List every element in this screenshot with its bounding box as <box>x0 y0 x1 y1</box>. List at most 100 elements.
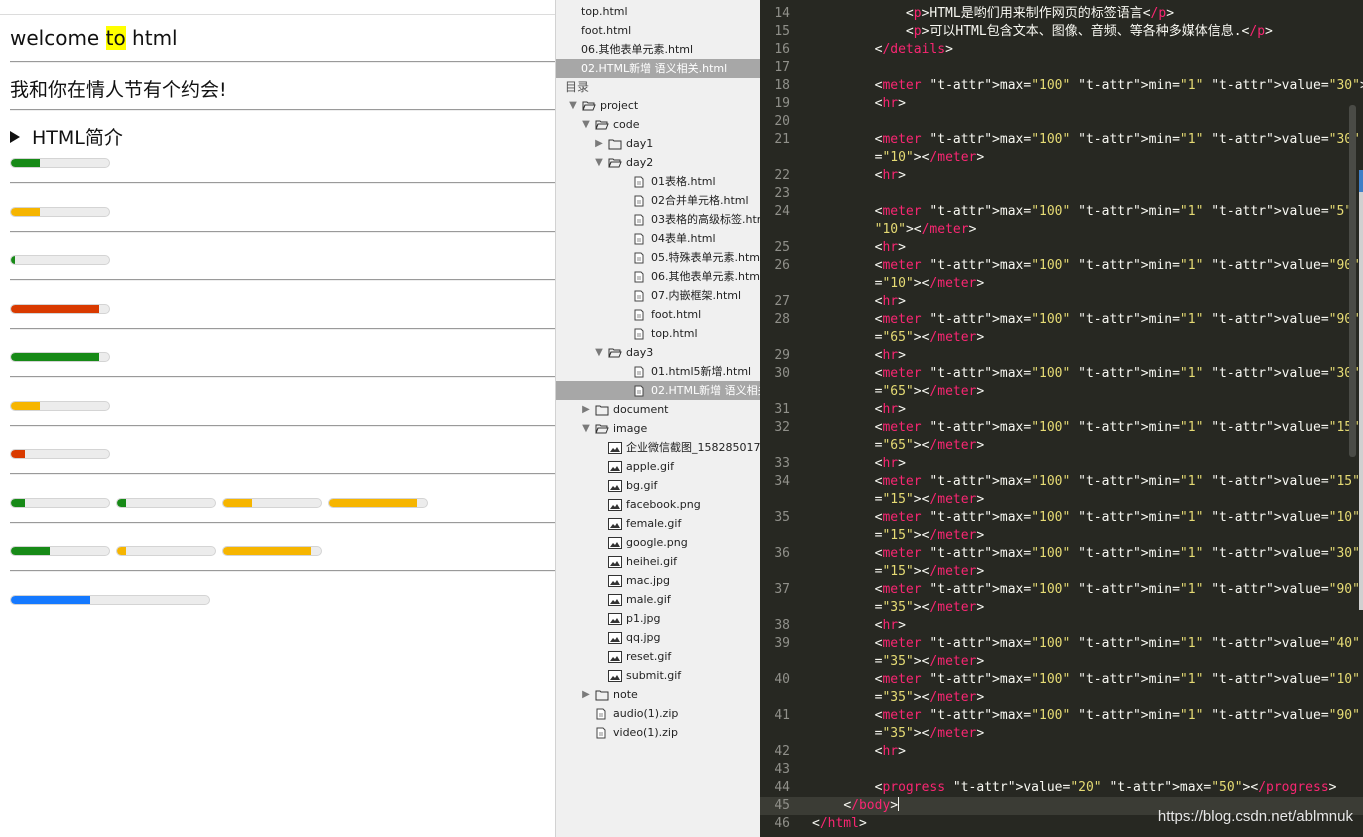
tree-folder-31[interactable]: ▶ note <box>556 685 760 704</box>
code-line[interactable]: ="15"></meter> <box>760 491 1363 509</box>
code-line[interactable]: ="65"></meter> <box>760 329 1363 347</box>
tree-file-8[interactable]: 05.特殊表单元素.html <box>556 248 760 267</box>
tree-file-14[interactable]: 01.html5新增.html <box>556 362 760 381</box>
tree-file-29[interactable]: reset.gif <box>556 647 760 666</box>
tree-file-7[interactable]: 04表单.html <box>556 229 760 248</box>
tree-folder-16[interactable]: ▶ document <box>556 400 760 419</box>
code-line[interactable]: 22 <hr> <box>760 167 1363 185</box>
code-line[interactable]: 26 <meter "t-attr">max="100" "t-attr">mi… <box>760 257 1363 275</box>
code-line[interactable]: 35 <meter "t-attr">max="100" "t-attr">mi… <box>760 509 1363 527</box>
code-line[interactable]: 18 <meter "t-attr">max="100" "t-attr">mi… <box>760 77 1363 95</box>
code-line[interactable]: 40 <meter "t-attr">max="100" "t-attr">mi… <box>760 671 1363 689</box>
code-line[interactable]: 30 <meter "t-attr">max="100" "t-attr">mi… <box>760 365 1363 383</box>
code-line[interactable]: 37 <meter "t-attr">max="100" "t-attr">mi… <box>760 581 1363 599</box>
chevron-down-icon[interactable]: ▼ <box>568 96 578 115</box>
tree-file-32[interactable]: audio(1).zip <box>556 704 760 723</box>
tree-file-23[interactable]: google.png <box>556 533 760 552</box>
chevron-right-icon[interactable]: ▶ <box>581 685 591 704</box>
code-line[interactable]: ="65"></meter> <box>760 437 1363 455</box>
line-code: <meter "t-attr">max="100" "t-attr">min="… <box>874 474 1360 489</box>
tree-file-4[interactable]: 01表格.html <box>556 172 760 191</box>
code-line[interactable]: 33 <hr> <box>760 455 1363 473</box>
code-line[interactable]: ="35"></meter> <box>760 599 1363 617</box>
chevron-down-icon[interactable]: ▼ <box>594 153 604 172</box>
open-file-item[interactable]: top.html <box>556 2 760 21</box>
tree-folder-17[interactable]: ▼ image <box>556 419 760 438</box>
tree-file-19[interactable]: apple.gif <box>556 457 760 476</box>
code-line[interactable]: "10"></meter> <box>760 221 1363 239</box>
code-line[interactable]: 20 <box>760 113 1363 131</box>
code-line[interactable]: 41 <meter "t-attr">max="100" "t-attr">mi… <box>760 707 1363 725</box>
code-line[interactable]: 44 <progress "t-attr">value="20" "t-attr… <box>760 779 1363 797</box>
code-line[interactable]: 27 <hr> <box>760 293 1363 311</box>
line-number: 22 <box>774 168 790 183</box>
open-file-item[interactable]: 02.HTML新增 语义相关.html <box>556 59 760 78</box>
code-line[interactable]: 23 <box>760 185 1363 203</box>
chevron-right-icon[interactable]: ▶ <box>594 134 604 153</box>
tree-file-20[interactable]: bg.gif <box>556 476 760 495</box>
details-summary[interactable]: HTML简介 <box>10 123 123 150</box>
tree-file-12[interactable]: top.html <box>556 324 760 343</box>
tree-folder-0[interactable]: ▼ project <box>556 96 760 115</box>
code-line[interactable]: 34 <meter "t-attr">max="100" "t-attr">mi… <box>760 473 1363 491</box>
open-file-item[interactable]: foot.html <box>556 21 760 40</box>
tree-file-15[interactable]: 02.HTML新增 语义相关.html <box>556 381 760 400</box>
chevron-right-icon[interactable]: ▶ <box>581 400 591 419</box>
code-line[interactable]: 17 <box>760 59 1363 77</box>
tree-folder-2[interactable]: ▶ day1 <box>556 134 760 153</box>
tree-file-28[interactable]: qq.jpg <box>556 628 760 647</box>
tree-folder-13[interactable]: ▼ day3 <box>556 343 760 362</box>
code-line[interactable]: ="35"></meter> <box>760 725 1363 743</box>
open-file-item[interactable]: 06.其他表单元素.html <box>556 40 760 59</box>
line-code: <meter "t-attr">max="100" "t-attr">min="… <box>874 672 1360 687</box>
tree-file-18[interactable]: 企业微信截图_15828501766 <box>556 438 760 457</box>
code-line[interactable]: 21 <meter "t-attr">max="100" "t-attr">mi… <box>760 131 1363 149</box>
code-line[interactable]: 28 <meter "t-attr">max="100" "t-attr">mi… <box>760 311 1363 329</box>
tree-file-33[interactable]: video(1).zip <box>556 723 760 742</box>
code-line[interactable]: ="65"></meter> <box>760 383 1363 401</box>
code-editor[interactable]: 14 <p>HTML是哟们用来制作网页的标签语言</p> 15 <p>可以HTML… <box>760 0 1363 837</box>
code-line[interactable]: ="15"></meter> <box>760 563 1363 581</box>
chevron-down-icon[interactable]: ▼ <box>581 419 591 438</box>
code-line[interactable]: 42 <hr> <box>760 743 1363 761</box>
tree-file-27[interactable]: p1.jpg <box>556 609 760 628</box>
code-line[interactable]: 15 <p>可以HTML包含文本、图像、音频、等各种多媒体信息.</p> <box>760 23 1363 41</box>
code-line[interactable]: 38 <hr> <box>760 617 1363 635</box>
code-line[interactable]: 29 <hr> <box>760 347 1363 365</box>
tree-file-9[interactable]: 06.其他表单元素.html <box>556 267 760 286</box>
code-line[interactable]: 31 <hr> <box>760 401 1363 419</box>
editor-scrollbar[interactable] <box>1349 105 1356 457</box>
file-icon <box>595 726 609 739</box>
tree-file-22[interactable]: female.gif <box>556 514 760 533</box>
code-line[interactable]: ="35"></meter> <box>760 689 1363 707</box>
tree-file-24[interactable]: heihei.gif <box>556 552 760 571</box>
meter-fill <box>223 547 312 555</box>
tree-folder-3[interactable]: ▼ day2 <box>556 153 760 172</box>
tree-file-25[interactable]: mac.jpg <box>556 571 760 590</box>
code-line[interactable]: ="35"></meter> <box>760 653 1363 671</box>
tree-file-21[interactable]: facebook.png <box>556 495 760 514</box>
tree-file-30[interactable]: submit.gif <box>556 666 760 685</box>
code-line[interactable]: 43 <box>760 761 1363 779</box>
tree-file-11[interactable]: foot.html <box>556 305 760 324</box>
code-line[interactable]: ="10"></meter> <box>760 149 1363 167</box>
tree-file-26[interactable]: male.gif <box>556 590 760 609</box>
tree-file-10[interactable]: 07.内嵌框架.html <box>556 286 760 305</box>
line-code: <hr> <box>874 618 906 633</box>
code-line[interactable]: 14 <p>HTML是哟们用来制作网页的标签语言</p> <box>760 5 1363 23</box>
code-line[interactable]: 39 <meter "t-attr">max="100" "t-attr">mi… <box>760 635 1363 653</box>
chevron-down-icon[interactable]: ▼ <box>581 115 591 134</box>
line-code: ="65"></meter> <box>874 438 985 453</box>
code-line[interactable]: 36 <meter "t-attr">max="100" "t-attr">mi… <box>760 545 1363 563</box>
code-line[interactable]: 19 <hr> <box>760 95 1363 113</box>
code-line[interactable]: 32 <meter "t-attr">max="100" "t-attr">mi… <box>760 419 1363 437</box>
tree-file-6[interactable]: 03表格的高级标签.html <box>556 210 760 229</box>
code-line[interactable]: ="10"></meter> <box>760 275 1363 293</box>
code-line[interactable]: 16 </details> <box>760 41 1363 59</box>
tree-folder-1[interactable]: ▼ code <box>556 115 760 134</box>
code-line[interactable]: ="15"></meter> <box>760 527 1363 545</box>
code-line[interactable]: 25 <hr> <box>760 239 1363 257</box>
chevron-down-icon[interactable]: ▼ <box>594 343 604 362</box>
code-line[interactable]: 24 <meter "t-attr">max="100" "t-attr">mi… <box>760 203 1363 221</box>
tree-file-5[interactable]: 02合并单元格.html <box>556 191 760 210</box>
